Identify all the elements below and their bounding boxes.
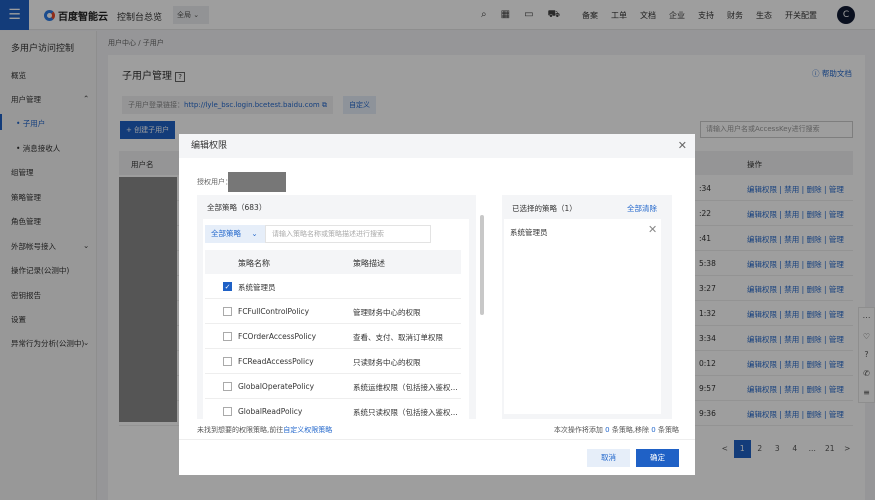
policy-checkbox[interactable] (223, 357, 232, 366)
selected-list: 系统管理员 ✕ (504, 219, 661, 414)
remove-count: 0 (651, 426, 656, 434)
grant-user-redacted (228, 172, 286, 192)
col-policy-name: 策略名称 (238, 259, 270, 268)
policy-checkbox[interactable] (223, 307, 232, 316)
policy-checkbox[interactable]: ✓ (223, 282, 232, 291)
add-count: 0 (605, 426, 610, 434)
summary-a: 本次操作将添加 (553, 426, 603, 434)
selected-policies-panel: 已选择的策略（1） 全部清除 系统管理员 ✕ (502, 195, 672, 419)
summary-c: 条策略 (658, 426, 679, 434)
change-summary: 本次操作将添加 0 条策略,移除 0 条策略 (554, 425, 679, 435)
policy-desc: 系统只读权限（包括接入鉴权... (353, 408, 458, 417)
all-policies-title: 全部策略（683） (207, 203, 267, 212)
policy-desc: 管理财务中心的权限 (353, 308, 421, 317)
custom-policy-link[interactable]: 自定义权限策略 (283, 426, 332, 434)
not-found-hint: 未找到想要的权限策略,前往自定义权限策略 (197, 425, 332, 435)
grant-user-label: 授权用户： (197, 178, 232, 186)
policy-desc: 系统运维权限（包括接入鉴权... (353, 383, 458, 392)
policy-checkbox[interactable] (223, 407, 232, 416)
not-found-text: 未找到想要的权限策略,前往 (197, 426, 284, 434)
modal-title: 编辑权限 (191, 141, 228, 151)
scrollbar[interactable] (480, 215, 484, 315)
policy-name: GlobalOperatePolicy (238, 382, 315, 391)
cancel-button[interactable]: 取消 (587, 449, 630, 467)
policy-name: 系统管理员 (238, 283, 276, 292)
col-policy-desc: 策略描述 (353, 259, 385, 268)
policy-search-input[interactable]: 请输入策略名称或策略描述进行搜索 (265, 225, 431, 243)
policy-row[interactable]: ✓ 系统管理员 (205, 274, 461, 299)
policy-row[interactable]: GlobalReadPolicy 系统只读权限（包括接入鉴权... (205, 399, 461, 419)
policy-row[interactable]: FCOrderAccessPolicy 查看、支付、取消订单权限 (205, 324, 461, 349)
clear-all-button[interactable]: 全部清除 (627, 203, 657, 214)
selected-title: 已选择的策略（1） (512, 204, 577, 213)
edit-permission-modal: 编辑权限 ✕ 授权用户： 全部策略（683） 全部策略 ⌄ 请输入策略名称或策略… (179, 134, 695, 475)
policy-checkbox[interactable] (223, 332, 232, 341)
confirm-button[interactable]: 确定 (636, 449, 679, 467)
all-policies-panel: 全部策略（683） 全部策略 ⌄ 请输入策略名称或策略描述进行搜索 策略名称 策… (197, 195, 484, 419)
policy-row[interactable]: GlobalOperatePolicy 系统运维权限（包括接入鉴权... (205, 374, 461, 399)
remove-icon[interactable]: ✕ (648, 223, 657, 236)
policy-name: FCReadAccessPolicy (238, 357, 314, 366)
policy-name: GlobalReadPolicy (238, 407, 303, 416)
selected-item: 系统管理员 (510, 228, 548, 237)
policy-row[interactable]: FCReadAccessPolicy 只读财务中心的权限 (205, 349, 461, 374)
policy-table-header: 策略名称 策略描述 (205, 250, 461, 274)
policy-row[interactable]: FCFullControlPolicy 管理财务中心的权限 (205, 299, 461, 324)
footer-divider (179, 439, 695, 440)
policy-desc: 只读财务中心的权限 (353, 358, 421, 367)
policy-desc: 查看、支付、取消订单权限 (353, 333, 443, 342)
policy-filter-select[interactable]: 全部策略 ⌄ (205, 225, 265, 243)
filter-value: 全部策略 (211, 229, 241, 238)
policy-name: FCFullControlPolicy (238, 307, 310, 316)
policy-list: 全部策略 ⌄ 请输入策略名称或策略描述进行搜索 策略名称 策略描述 ✓ 系统管理员… (203, 219, 469, 419)
summary-b: 条策略,移除 (611, 426, 650, 434)
policy-name: FCOrderAccessPolicy (238, 332, 317, 341)
policy-checkbox[interactable] (223, 382, 232, 391)
close-icon[interactable]: ✕ (678, 134, 687, 158)
chevron-down-icon: ⌄ (251, 229, 258, 238)
modal-header: 编辑权限 (179, 134, 695, 158)
